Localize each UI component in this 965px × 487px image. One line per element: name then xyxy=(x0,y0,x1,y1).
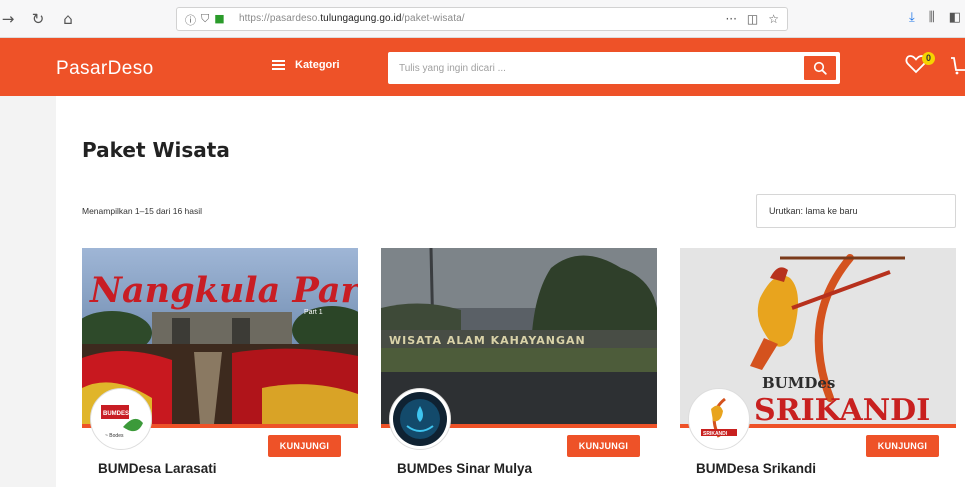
page-actions-icon[interactable]: ··· xyxy=(725,12,736,26)
category-menu-button[interactable]: Kategori xyxy=(272,59,340,71)
logo-tagline: ~ Bodes xyxy=(105,433,124,439)
store-logo[interactable]: SRIKANDI xyxy=(688,388,750,450)
shield-icon[interactable]: ⛉ xyxy=(201,12,209,28)
url-status-icons: ⓘ ⛉ ■ xyxy=(185,12,225,28)
bumdes-larasati-logo: BUMDES ~ Bodes xyxy=(101,405,143,439)
wishlist-button[interactable]: 0 xyxy=(905,52,935,78)
bumdes-srikandi-logo: SRIKANDI xyxy=(701,397,737,438)
url-prefix: https://pasardeso. xyxy=(239,13,321,24)
visit-button[interactable]: KUNJUNGI xyxy=(866,435,939,457)
bookmark-star-icon[interactable]: ☆ xyxy=(768,12,779,26)
visit-button[interactable]: KUNJUNGI xyxy=(268,435,341,457)
bumdes-sinar-mulya-logo xyxy=(393,392,447,446)
store-name[interactable]: BUMDes Sinar Mulya xyxy=(397,461,532,476)
url-path: /paket-wisata/ xyxy=(401,13,465,24)
download-icon[interactable]: ⤓ xyxy=(909,10,915,25)
library-icon[interactable]: ⫼ xyxy=(929,10,935,25)
sidebar-icon[interactable]: ◧ xyxy=(949,10,961,25)
search-button[interactable] xyxy=(803,55,837,81)
url-actions: ··· ◫ ☆ xyxy=(725,12,779,26)
lock-icon[interactable]: ■ xyxy=(214,12,224,28)
store-card[interactable]: WISATA ALAM KAHAYANGAN KUNJUNGI BUMDes S… xyxy=(381,248,657,487)
results-count: Menampilkan 1–15 dari 16 hasil xyxy=(82,206,203,216)
main-content: Paket Wisata Menampilkan 1–15 dari 16 ha… xyxy=(56,96,965,487)
store-logo[interactable]: BUMDES ~ Bodes xyxy=(90,388,152,450)
browser-toolbar-right: ⤓ ⫼ ◧ xyxy=(909,10,961,25)
forward-icon[interactable]: → xyxy=(0,10,16,28)
banner-title: BUMDes xyxy=(762,374,835,392)
browser-nav: → ↻ ⌂ xyxy=(0,10,76,28)
search-icon xyxy=(813,61,827,75)
info-icon[interactable]: ⓘ xyxy=(185,12,196,28)
logo-text: BUMDES xyxy=(103,411,129,417)
browser-toolbar: → ↻ ⌂ ⓘ ⛉ ■ https://pasardeso.tulungagun… xyxy=(0,0,965,38)
store-card[interactable]: Nangkula Park Part 1 BUMDES ~ Bodes KUNJ… xyxy=(82,248,358,487)
pocket-icon[interactable]: ◫ xyxy=(747,12,758,26)
store-name[interactable]: BUMDesa Srikandi xyxy=(696,461,816,476)
reload-icon[interactable]: ↻ xyxy=(30,10,46,28)
home-icon[interactable]: ⌂ xyxy=(60,10,76,28)
wishlist-count-badge: 0 xyxy=(922,52,935,65)
banner-title: WISATA ALAM KAHAYANGAN xyxy=(389,334,586,347)
store-name[interactable]: BUMDesa Larasati xyxy=(98,461,217,476)
site-header: PasarDeso Kategori 0 xyxy=(0,38,965,96)
site-logo[interactable]: PasarDeso xyxy=(56,58,154,80)
url-domain: tulungagung.go.id xyxy=(320,13,402,24)
store-card[interactable]: BUMDes SRIKANDI SRIKANDI KUNJUNGI BUMDes… xyxy=(680,248,956,487)
url-text[interactable]: https://pasardeso.tulungagung.go.id/pake… xyxy=(239,13,465,24)
cart-icon[interactable] xyxy=(950,56,965,76)
banner-title: Nangkula Park xyxy=(89,270,358,311)
menu-icon xyxy=(272,60,285,70)
banner-subtitle: SRIKANDI xyxy=(754,393,930,424)
address-bar[interactable]: ⓘ ⛉ ■ https://pasardeso.tulungagung.go.i… xyxy=(176,7,788,31)
search-bar xyxy=(388,52,840,84)
page-title: Paket Wisata xyxy=(82,138,230,162)
visit-button[interactable]: KUNJUNGI xyxy=(567,435,640,457)
sort-select[interactable]: Urutkan: lama ke baru xyxy=(756,194,956,228)
banner-subtitle: Part 1 xyxy=(304,309,323,316)
logo-text: SRIKANDI xyxy=(703,431,728,437)
category-label: Kategori xyxy=(295,59,340,71)
search-input[interactable] xyxy=(389,53,801,83)
store-logo[interactable] xyxy=(389,388,451,450)
